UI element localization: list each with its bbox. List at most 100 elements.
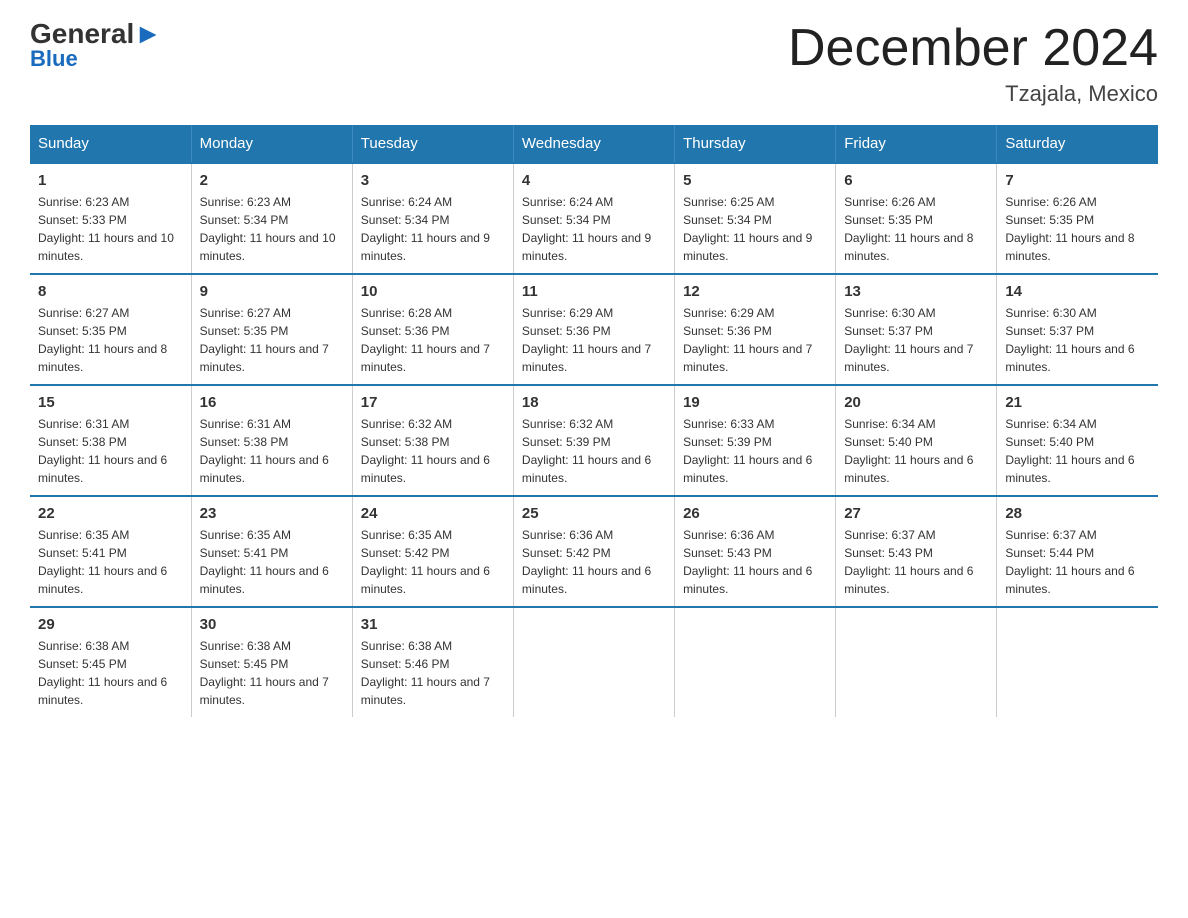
calendar-cell: 1 Sunrise: 6:23 AMSunset: 5:33 PMDayligh… xyxy=(30,163,191,274)
cell-details: Sunrise: 6:38 AMSunset: 5:46 PMDaylight:… xyxy=(361,637,505,709)
cell-details: Sunrise: 6:38 AMSunset: 5:45 PMDaylight:… xyxy=(38,637,183,709)
cell-details: Sunrise: 6:27 AMSunset: 5:35 PMDaylight:… xyxy=(200,304,344,376)
day-number: 19 xyxy=(683,394,827,411)
cell-details: Sunrise: 6:26 AMSunset: 5:35 PMDaylight:… xyxy=(844,193,988,265)
logo-arrow: ► xyxy=(134,18,162,49)
location: Tzajala, Mexico xyxy=(788,81,1158,107)
calendar-cell: 25 Sunrise: 6:36 AMSunset: 5:42 PMDaylig… xyxy=(513,496,674,607)
calendar-cell: 6 Sunrise: 6:26 AMSunset: 5:35 PMDayligh… xyxy=(836,163,997,274)
logo: General► Blue xyxy=(30,20,162,72)
calendar-cell: 14 Sunrise: 6:30 AMSunset: 5:37 PMDaylig… xyxy=(997,274,1158,385)
page-header: General► Blue December 2024 Tzajala, Mex… xyxy=(30,20,1158,107)
day-number: 27 xyxy=(844,505,988,522)
day-number: 4 xyxy=(522,172,666,189)
day-number: 25 xyxy=(522,505,666,522)
logo-blue-text: Blue xyxy=(30,46,78,72)
calendar-cell: 31 Sunrise: 6:38 AMSunset: 5:46 PMDaylig… xyxy=(352,607,513,717)
day-number: 5 xyxy=(683,172,827,189)
day-number: 29 xyxy=(38,616,183,633)
calendar-cell: 11 Sunrise: 6:29 AMSunset: 5:36 PMDaylig… xyxy=(513,274,674,385)
cell-details: Sunrise: 6:28 AMSunset: 5:36 PMDaylight:… xyxy=(361,304,505,376)
cell-details: Sunrise: 6:34 AMSunset: 5:40 PMDaylight:… xyxy=(1005,415,1150,487)
day-number: 17 xyxy=(361,394,505,411)
calendar-cell: 29 Sunrise: 6:38 AMSunset: 5:45 PMDaylig… xyxy=(30,607,191,717)
day-number: 28 xyxy=(1005,505,1150,522)
cell-details: Sunrise: 6:35 AMSunset: 5:41 PMDaylight:… xyxy=(38,526,183,598)
day-number: 21 xyxy=(1005,394,1150,411)
calendar-cell: 20 Sunrise: 6:34 AMSunset: 5:40 PMDaylig… xyxy=(836,385,997,496)
cell-details: Sunrise: 6:37 AMSunset: 5:44 PMDaylight:… xyxy=(1005,526,1150,598)
cell-details: Sunrise: 6:35 AMSunset: 5:42 PMDaylight:… xyxy=(361,526,505,598)
day-number: 10 xyxy=(361,283,505,300)
day-number: 26 xyxy=(683,505,827,522)
day-number: 14 xyxy=(1005,283,1150,300)
calendar-cell: 24 Sunrise: 6:35 AMSunset: 5:42 PMDaylig… xyxy=(352,496,513,607)
calendar-week-4: 22 Sunrise: 6:35 AMSunset: 5:41 PMDaylig… xyxy=(30,496,1158,607)
calendar-cell: 3 Sunrise: 6:24 AMSunset: 5:34 PMDayligh… xyxy=(352,163,513,274)
month-title: December 2024 xyxy=(788,20,1158,77)
day-number: 30 xyxy=(200,616,344,633)
day-number: 20 xyxy=(844,394,988,411)
cell-details: Sunrise: 6:36 AMSunset: 5:42 PMDaylight:… xyxy=(522,526,666,598)
day-number: 15 xyxy=(38,394,183,411)
day-number: 2 xyxy=(200,172,344,189)
header-cell-sunday: Sunday xyxy=(30,125,191,163)
calendar-week-1: 1 Sunrise: 6:23 AMSunset: 5:33 PMDayligh… xyxy=(30,163,1158,274)
header-cell-thursday: Thursday xyxy=(675,125,836,163)
calendar-cell: 21 Sunrise: 6:34 AMSunset: 5:40 PMDaylig… xyxy=(997,385,1158,496)
calendar-cell: 5 Sunrise: 6:25 AMSunset: 5:34 PMDayligh… xyxy=(675,163,836,274)
cell-details: Sunrise: 6:30 AMSunset: 5:37 PMDaylight:… xyxy=(844,304,988,376)
calendar-cell: 17 Sunrise: 6:32 AMSunset: 5:38 PMDaylig… xyxy=(352,385,513,496)
day-number: 18 xyxy=(522,394,666,411)
calendar-cell xyxy=(675,607,836,717)
cell-details: Sunrise: 6:37 AMSunset: 5:43 PMDaylight:… xyxy=(844,526,988,598)
day-number: 7 xyxy=(1005,172,1150,189)
calendar-table: SundayMondayTuesdayWednesdayThursdayFrid… xyxy=(30,125,1158,717)
day-number: 8 xyxy=(38,283,183,300)
day-number: 13 xyxy=(844,283,988,300)
calendar-cell: 19 Sunrise: 6:33 AMSunset: 5:39 PMDaylig… xyxy=(675,385,836,496)
cell-details: Sunrise: 6:31 AMSunset: 5:38 PMDaylight:… xyxy=(200,415,344,487)
day-number: 16 xyxy=(200,394,344,411)
cell-details: Sunrise: 6:27 AMSunset: 5:35 PMDaylight:… xyxy=(38,304,183,376)
day-number: 11 xyxy=(522,283,666,300)
cell-details: Sunrise: 6:29 AMSunset: 5:36 PMDaylight:… xyxy=(683,304,827,376)
cell-details: Sunrise: 6:25 AMSunset: 5:34 PMDaylight:… xyxy=(683,193,827,265)
calendar-cell xyxy=(513,607,674,717)
calendar-week-2: 8 Sunrise: 6:27 AMSunset: 5:35 PMDayligh… xyxy=(30,274,1158,385)
cell-details: Sunrise: 6:24 AMSunset: 5:34 PMDaylight:… xyxy=(522,193,666,265)
day-number: 1 xyxy=(38,172,183,189)
calendar-cell: 2 Sunrise: 6:23 AMSunset: 5:34 PMDayligh… xyxy=(191,163,352,274)
cell-details: Sunrise: 6:36 AMSunset: 5:43 PMDaylight:… xyxy=(683,526,827,598)
calendar-cell: 18 Sunrise: 6:32 AMSunset: 5:39 PMDaylig… xyxy=(513,385,674,496)
cell-details: Sunrise: 6:32 AMSunset: 5:39 PMDaylight:… xyxy=(522,415,666,487)
calendar-cell: 23 Sunrise: 6:35 AMSunset: 5:41 PMDaylig… xyxy=(191,496,352,607)
calendar-cell: 8 Sunrise: 6:27 AMSunset: 5:35 PMDayligh… xyxy=(30,274,191,385)
day-number: 6 xyxy=(844,172,988,189)
calendar-cell: 30 Sunrise: 6:38 AMSunset: 5:45 PMDaylig… xyxy=(191,607,352,717)
day-number: 9 xyxy=(200,283,344,300)
title-block: December 2024 Tzajala, Mexico xyxy=(788,20,1158,107)
cell-details: Sunrise: 6:31 AMSunset: 5:38 PMDaylight:… xyxy=(38,415,183,487)
calendar-cell xyxy=(997,607,1158,717)
day-number: 22 xyxy=(38,505,183,522)
calendar-header-row: SundayMondayTuesdayWednesdayThursdayFrid… xyxy=(30,125,1158,163)
day-number: 24 xyxy=(361,505,505,522)
header-cell-wednesday: Wednesday xyxy=(513,125,674,163)
cell-details: Sunrise: 6:34 AMSunset: 5:40 PMDaylight:… xyxy=(844,415,988,487)
header-cell-friday: Friday xyxy=(836,125,997,163)
calendar-week-5: 29 Sunrise: 6:38 AMSunset: 5:45 PMDaylig… xyxy=(30,607,1158,717)
header-cell-tuesday: Tuesday xyxy=(352,125,513,163)
calendar-cell: 4 Sunrise: 6:24 AMSunset: 5:34 PMDayligh… xyxy=(513,163,674,274)
cell-details: Sunrise: 6:23 AMSunset: 5:34 PMDaylight:… xyxy=(200,193,344,265)
header-cell-monday: Monday xyxy=(191,125,352,163)
calendar-cell: 10 Sunrise: 6:28 AMSunset: 5:36 PMDaylig… xyxy=(352,274,513,385)
cell-details: Sunrise: 6:33 AMSunset: 5:39 PMDaylight:… xyxy=(683,415,827,487)
header-cell-saturday: Saturday xyxy=(997,125,1158,163)
day-number: 12 xyxy=(683,283,827,300)
calendar-cell: 13 Sunrise: 6:30 AMSunset: 5:37 PMDaylig… xyxy=(836,274,997,385)
calendar-cell: 28 Sunrise: 6:37 AMSunset: 5:44 PMDaylig… xyxy=(997,496,1158,607)
calendar-cell: 7 Sunrise: 6:26 AMSunset: 5:35 PMDayligh… xyxy=(997,163,1158,274)
cell-details: Sunrise: 6:30 AMSunset: 5:37 PMDaylight:… xyxy=(1005,304,1150,376)
day-number: 23 xyxy=(200,505,344,522)
